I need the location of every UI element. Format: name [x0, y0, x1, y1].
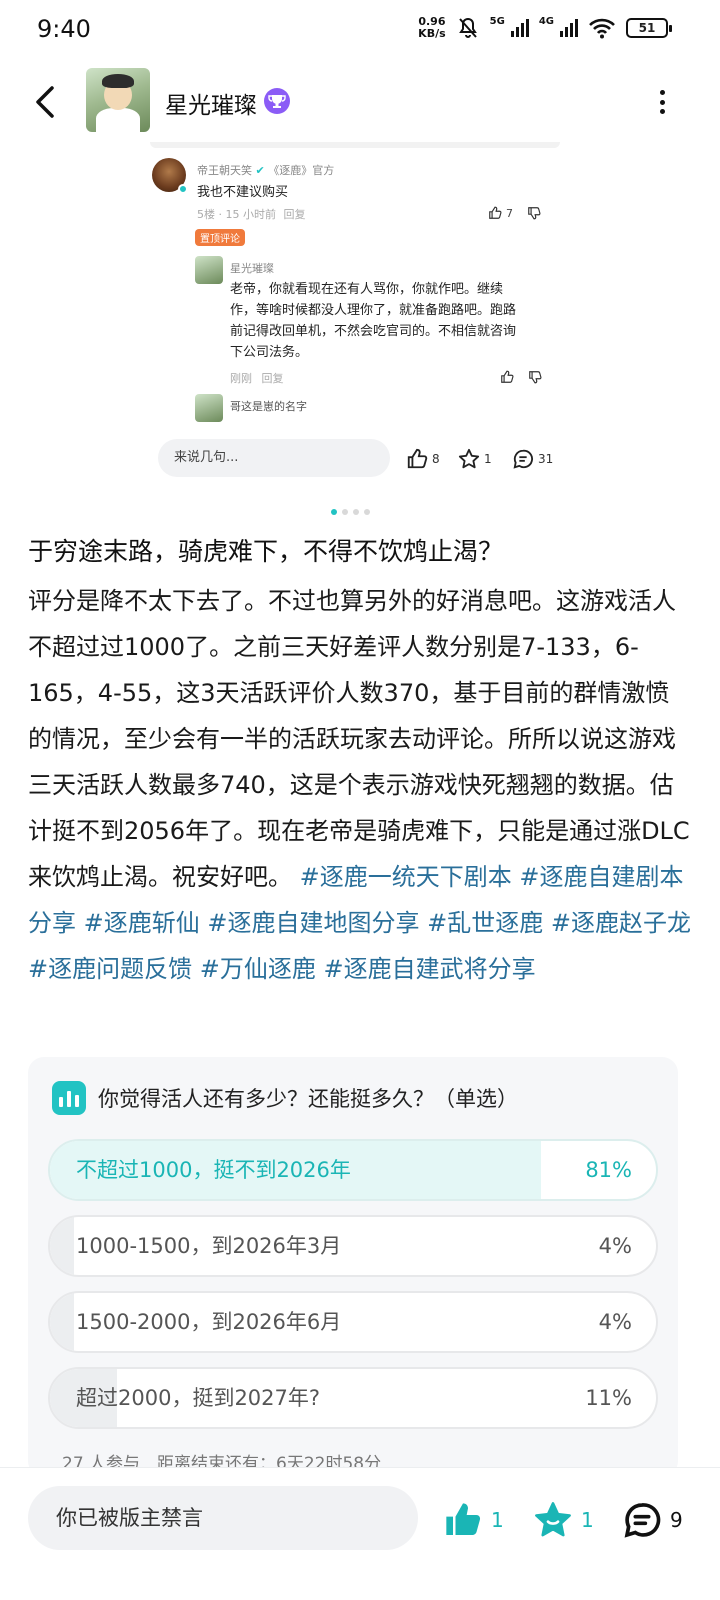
- reply2-text: 哥这是崽的名字: [230, 400, 307, 413]
- more-options-button[interactable]: [650, 84, 674, 120]
- comment-meta: 5楼 · 15 小时前 回复: [197, 208, 306, 221]
- thumb-down-icon: [528, 207, 541, 220]
- hashtag[interactable]: #逐鹿斩仙: [84, 909, 200, 937]
- battery-icon: 51: [626, 18, 672, 38]
- comment-text: 我也不建议购买: [197, 185, 289, 200]
- signal-icon: [510, 19, 529, 37]
- poll-option-fill: [50, 1217, 75, 1275]
- thumb-up-icon: [489, 206, 502, 219]
- net-type-5g: 5G: [489, 16, 505, 27]
- hashtag[interactable]: #乱世逐鹿: [427, 909, 543, 937]
- favorite-count: 1: [581, 1508, 594, 1532]
- embedded-like: 8: [406, 448, 440, 470]
- poll-chart-icon: [52, 1081, 86, 1115]
- back-button[interactable]: [28, 82, 64, 122]
- poll-option-percent: 4%: [598, 1310, 632, 1334]
- poll-option-label: 超过2000，挺到2027年?: [76, 1386, 321, 1410]
- poll-option-label: 1500-2000，到2026年6月: [76, 1310, 342, 1334]
- comment-icon: [624, 1503, 661, 1538]
- comment-count: 9: [670, 1508, 683, 1532]
- poll-option-percent: 11%: [585, 1386, 632, 1410]
- carousel-dot: [353, 509, 359, 515]
- hashtag[interactable]: #逐鹿赵子龙: [551, 909, 691, 937]
- favorite-button[interactable]: 1: [533, 1500, 594, 1540]
- poll-option-fill: [50, 1293, 75, 1351]
- poll-header: 你觉得活人还有多少？还能挺多久？（单选）: [52, 1081, 518, 1115]
- wifi-icon: [588, 17, 616, 39]
- signal-icon-2: [560, 19, 578, 37]
- hashtag[interactable]: #逐鹿自建地图分享: [207, 909, 419, 937]
- hashtag[interactable]: #万仙逐鹿: [200, 955, 316, 983]
- comment-like-count: 7: [488, 206, 541, 220]
- carousel-dot: [342, 509, 348, 515]
- poll-option-percent: 81%: [585, 1158, 632, 1182]
- like-button[interactable]: 1: [443, 1500, 504, 1540]
- poll-card: 你觉得活人还有多少？还能挺多久？（单选） 不超过1000，挺不到2026年 81…: [28, 1057, 678, 1477]
- hashtag[interactable]: #逐鹿自建武将分享: [324, 955, 536, 983]
- carousel-dot: [331, 509, 337, 515]
- reply-author: 星光璀璨: [230, 262, 274, 275]
- post-header: 星光璀璨: [0, 62, 720, 142]
- trophy-badge-icon: [264, 88, 290, 114]
- comment-input[interactable]: 你已被版主禁言: [28, 1486, 418, 1550]
- hashtag[interactable]: #逐鹿一统天下剧本: [300, 863, 512, 891]
- poll-question: 你觉得活人还有多少？还能挺多久？（单选）: [98, 1087, 518, 1111]
- reply-avatar: [195, 256, 223, 284]
- status-icons: 0.96 KB/s 5G 4G 51: [418, 15, 672, 40]
- author-avatar[interactable]: [86, 68, 150, 132]
- like-count: 1: [491, 1508, 504, 1532]
- reply-like-actions: [500, 370, 542, 384]
- status-time: 9:40: [37, 15, 91, 43]
- pinned-comment-badge: 置顶评论: [195, 229, 245, 246]
- embedded-favorite: 1: [458, 448, 492, 470]
- poll-option-label: 1000-1500，到2026年3月: [76, 1234, 342, 1258]
- bottom-action-bar: 你已被版主禁言 1 1 9: [0, 1467, 720, 1600]
- reply-text: 老帝，你就看现在还有人骂你，你就作吧。继续 作，等啥时候都没人理你了，就准备跑路…: [230, 282, 517, 360]
- net-type-4g: 4G: [538, 16, 554, 27]
- thumb-up-icon: [446, 1503, 481, 1535]
- post-body: 评分是降不太下去了。不过也算另外的好消息吧。这游戏活人不超过过1000了。之前三…: [28, 578, 692, 992]
- comment-author: 帝王朝天笑 ✔ 《逐鹿》官方: [197, 164, 335, 177]
- poll-option-label: 不超过1000，挺不到2026年: [76, 1158, 351, 1182]
- author-name[interactable]: 星光璀璨: [165, 86, 257, 120]
- embedded-comment-input: 来说几句...: [158, 439, 390, 477]
- poll-option-percent: 4%: [598, 1234, 632, 1258]
- poll-option[interactable]: 不超过1000，挺不到2026年 81%: [48, 1139, 658, 1201]
- hashtag[interactable]: #逐鹿问题反馈: [28, 955, 192, 983]
- post-title: 于穷途末路，骑虎难下，不得不饮鸩止渴？: [28, 537, 504, 566]
- poll-option[interactable]: 1000-1500，到2026年3月 4%: [48, 1215, 658, 1277]
- net-speed: 0.96 KB/s: [418, 15, 446, 40]
- embedded-comments: 31: [512, 448, 553, 470]
- star-icon: [535, 1502, 571, 1537]
- reply-meta: 刚刚 回复: [230, 372, 284, 385]
- carousel-indicator: [331, 509, 370, 515]
- back-arrow-icon: [36, 86, 54, 118]
- poll-option[interactable]: 1500-2000，到2026年6月 4%: [48, 1291, 658, 1353]
- carousel-dot: [364, 509, 370, 515]
- post-image[interactable]: 帝王朝天笑 ✔ 《逐鹿》官方 我也不建议购买 5楼 · 15 小时前 回复 7 …: [140, 142, 568, 492]
- post-body-text: 评分是降不太下去了。不过也算另外的好消息吧。这游戏活人不超过过1000了。之前三…: [28, 587, 690, 891]
- status-bar: 9:40 0.96 KB/s 5G 4G 51: [0, 0, 720, 62]
- comment-button[interactable]: 9: [622, 1500, 683, 1540]
- poll-option[interactable]: 超过2000，挺到2027年? 11%: [48, 1367, 658, 1429]
- mute-icon: [456, 16, 480, 40]
